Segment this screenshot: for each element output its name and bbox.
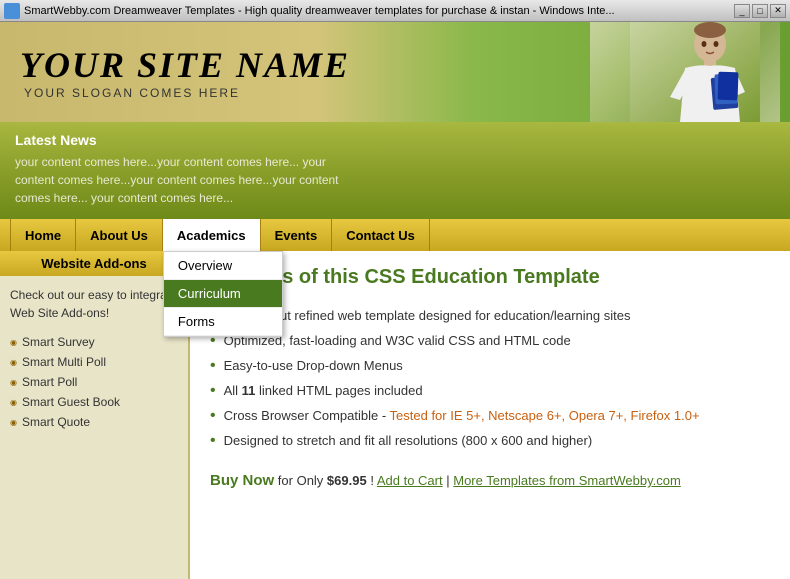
feature-item-5: Cross Browser Compatible - Tested for IE…: [210, 404, 770, 429]
features-list: A Clean-cut refined web template designe…: [210, 304, 770, 454]
sidebar-item-smart-multi-poll[interactable]: ◉ Smart Multi Poll: [10, 352, 178, 372]
site-name: Your Site Name: [20, 44, 350, 86]
sidebar-list: ◉ Smart Survey ◉ Smart Multi Poll ◉ Smar…: [10, 332, 178, 432]
feature-item-6: Designed to stretch and fit all resoluti…: [210, 429, 770, 454]
title-bar-text: SmartWebby.com Dreamweaver Templates - H…: [24, 5, 734, 17]
bullet-icon: ◉: [10, 358, 17, 367]
add-to-cart-link[interactable]: Add to Cart: [377, 473, 443, 488]
title-bar-buttons: _ □ ✕: [734, 4, 786, 18]
content-area: Website Add-ons Check out our easy to in…: [0, 251, 790, 579]
news-content: Latest News your content comes here...yo…: [15, 132, 365, 207]
header-person-image: [580, 22, 780, 122]
nav-contact-us[interactable]: Contact Us: [332, 219, 430, 251]
nav-events[interactable]: Events: [261, 219, 333, 251]
feature-item-1: A Clean-cut refined web template designe…: [210, 304, 770, 329]
price-amount: $69.95: [327, 473, 367, 488]
sidebar-item-smart-survey[interactable]: ◉ Smart Survey: [10, 332, 178, 352]
feature-item-3: Easy-to-use Drop-down Menus: [210, 354, 770, 379]
browser-compat-link[interactable]: Tested for IE 5+, Netscape 6+, Opera 7+,…: [390, 408, 700, 423]
separator: |: [446, 473, 449, 488]
exclaim: !: [370, 473, 374, 488]
nav-bar: Home About Us Academics Overview Curricu…: [0, 219, 790, 251]
more-templates-link[interactable]: More Templates from SmartWebby.com: [453, 473, 681, 488]
bullet-icon: ◉: [10, 418, 17, 427]
nav-home[interactable]: Home: [10, 219, 76, 251]
news-banner: Latest News your content comes here...yo…: [0, 122, 790, 219]
dropdown-curriculum[interactable]: Curriculum: [164, 280, 282, 308]
sidebar: Website Add-ons Check out our easy to in…: [0, 251, 190, 579]
price-prefix: for Only: [278, 473, 327, 488]
news-text: your content comes here...your content c…: [15, 153, 365, 207]
browser-icon: [4, 3, 20, 19]
person-svg: [630, 22, 760, 122]
sidebar-item-smart-guest-book[interactable]: ◉ Smart Guest Book: [10, 392, 178, 412]
sidebar-text: Check out our easy to integrate Web Site…: [10, 286, 178, 322]
close-button[interactable]: ✕: [770, 4, 786, 18]
buy-section: Buy Now for Only $69.95 ! Add to Cart | …: [210, 472, 770, 489]
feature-item-2: Optimized, fast-loading and W3C valid CS…: [210, 329, 770, 354]
header-text: Your Site Name Your Slogan Comes Here: [20, 44, 350, 100]
minimize-button[interactable]: _: [734, 4, 750, 18]
dropdown-overview[interactable]: Overview: [164, 252, 282, 280]
sidebar-item-smart-poll[interactable]: ◉ Smart Poll: [10, 372, 178, 392]
bullet-icon: ◉: [10, 338, 17, 347]
maximize-button[interactable]: □: [752, 4, 768, 18]
site-slogan: Your Slogan Comes Here: [24, 86, 350, 100]
main-title: Features of this CSS Education Template: [210, 266, 770, 289]
dropdown-forms[interactable]: Forms: [164, 308, 282, 336]
nav-academics[interactable]: Academics Overview Curriculum Forms: [163, 219, 261, 251]
nav-about-us[interactable]: About Us: [76, 219, 163, 251]
sidebar-item-smart-quote[interactable]: ◉ Smart Quote: [10, 412, 178, 432]
browser-content: Your Site Name Your Slogan Comes Here: [0, 22, 790, 579]
buy-now-label: Buy Now: [210, 472, 274, 489]
news-title: Latest News: [15, 132, 365, 148]
academics-dropdown: Overview Curriculum Forms: [163, 251, 283, 337]
feature-pages-count: 11: [242, 383, 256, 398]
sidebar-title: Website Add-ons: [0, 251, 188, 276]
site-header: Your Site Name Your Slogan Comes Here: [0, 22, 790, 122]
bullet-icon: ◉: [10, 398, 17, 407]
bullet-icon: ◉: [10, 378, 17, 387]
title-bar: SmartWebby.com Dreamweaver Templates - H…: [0, 0, 790, 22]
feature-item-4: All 11 linked HTML pages included: [210, 379, 770, 404]
